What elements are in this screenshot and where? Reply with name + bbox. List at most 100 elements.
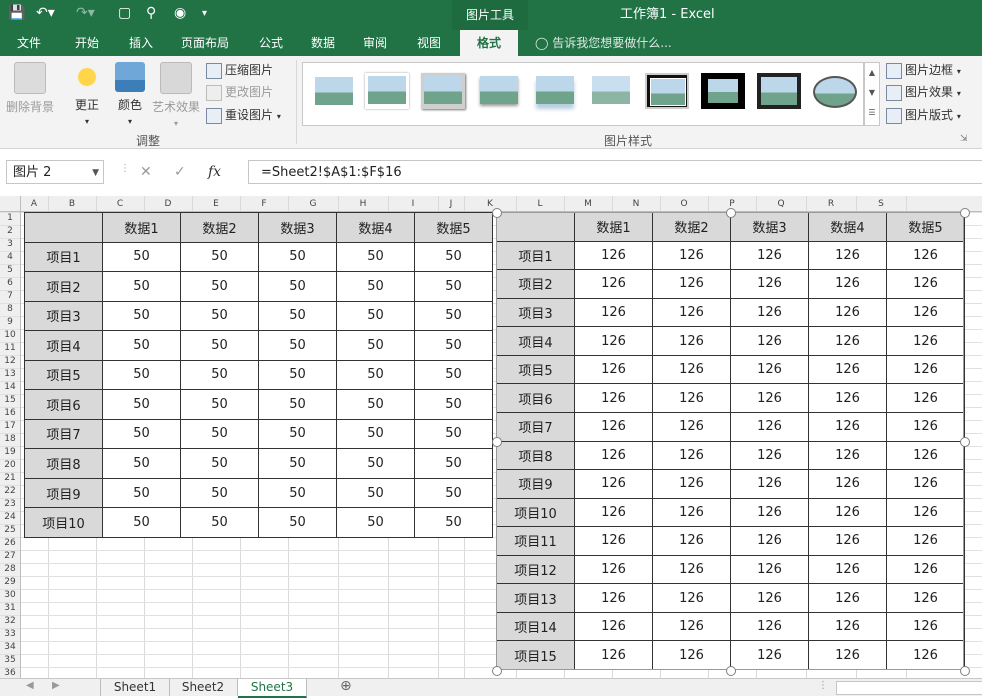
style-thumb-3[interactable] <box>421 73 465 109</box>
resize-handle-nw[interactable] <box>492 208 502 218</box>
column-header-l[interactable]: L <box>516 196 564 212</box>
formula-input[interactable]: =Sheet2!$A$1:$F$16 <box>248 160 982 184</box>
row-header-21[interactable]: 21 <box>0 472 20 485</box>
resize-handle-se[interactable] <box>960 666 970 676</box>
row-header-36[interactable]: 36 <box>0 667 20 678</box>
picture-border-button[interactable]: 图片边框 ▾ <box>886 60 961 80</box>
style-thumb-2[interactable] <box>365 73 409 109</box>
horizontal-scrollbar[interactable] <box>836 681 982 695</box>
gallery-scroll[interactable]: ▲ ▼ ☰ <box>864 62 880 126</box>
row-header-27[interactable]: 27 <box>0 550 20 563</box>
resize-handle-e[interactable] <box>960 437 970 447</box>
style-thumb-1[interactable] <box>311 73 355 109</box>
color-button[interactable]: 颜色 ▾ <box>110 62 150 127</box>
tab-view[interactable]: 视图 <box>406 30 452 56</box>
tab-formulas[interactable]: 公式 <box>248 30 294 56</box>
row-header-16[interactable]: 16 <box>0 407 20 420</box>
resize-handle-sw[interactable] <box>492 666 502 676</box>
dialog-launcher-icon[interactable]: ⇲ <box>960 134 968 144</box>
cancel-icon[interactable]: ✕ <box>140 164 152 180</box>
undo-icon[interactable]: ↶▾ <box>36 5 55 21</box>
scroll-right-icon[interactable]: ▶ <box>52 680 60 691</box>
picture-table-1[interactable]: 数据1 数据2 数据3 数据4 数据5 项目1 50 50 50 50 50 项目2 50 50 50 50 5… <box>24 212 493 538</box>
row-header-31[interactable]: 31 <box>0 602 20 615</box>
column-header-j[interactable]: J <box>438 196 464 212</box>
style-thumb-8[interactable] <box>701 73 745 109</box>
reset-picture-button[interactable]: 重设图片 ▾ <box>206 105 281 125</box>
column-header-i[interactable]: I <box>388 196 438 212</box>
row-header-3[interactable]: 3 <box>0 238 20 251</box>
column-header-h[interactable]: H <box>338 196 388 212</box>
tell-me-search[interactable]: ◯ 告诉我您想要做什么... <box>535 30 672 56</box>
drag-handle-icon[interactable]: ⋮ <box>120 163 130 174</box>
row-header-7[interactable]: 7 <box>0 290 20 303</box>
tab-insert[interactable]: 插入 <box>118 30 164 56</box>
enter-icon[interactable]: ✓ <box>174 164 186 180</box>
row-header-6[interactable]: 6 <box>0 277 20 290</box>
row-header-20[interactable]: 20 <box>0 459 20 472</box>
column-header-r[interactable]: R <box>806 196 856 212</box>
row-header-9[interactable]: 9 <box>0 316 20 329</box>
style-thumb-9[interactable] <box>757 73 801 109</box>
row-header-8[interactable]: 8 <box>0 303 20 316</box>
camera-icon[interactable]: ◉ <box>174 5 186 21</box>
sheet-tab-sheet3[interactable]: Sheet3 <box>238 679 307 698</box>
row-header-17[interactable]: 17 <box>0 420 20 433</box>
row-header-13[interactable]: 13 <box>0 368 20 381</box>
row-header-14[interactable]: 14 <box>0 381 20 394</box>
tab-format[interactable]: 格式 <box>460 30 518 56</box>
resize-handle-w[interactable] <box>492 437 502 447</box>
row-header-33[interactable]: 33 <box>0 628 20 641</box>
worksheet-grid[interactable]: ABCDEFGHIJKLMNOPQRS 1 2 3 4 5 6 7 8 9 10 11 12 13 14 1… <box>0 196 982 678</box>
redo-icon[interactable]: ↷▾ <box>76 5 95 21</box>
change-picture-button[interactable]: 更改图片 <box>206 82 273 102</box>
style-thumb-10[interactable] <box>813 73 857 109</box>
artistic-effects-button[interactable]: 艺术效果 ▾ <box>150 62 202 129</box>
tab-file[interactable]: 文件 <box>6 30 52 56</box>
picture-table-2[interactable]: 数据1 数据2 数据3 数据4 数据5 项目1 126 126 126 126 126 项目2 126 1… <box>496 212 965 670</box>
print-preview-icon[interactable]: ⚲ <box>146 5 156 21</box>
column-header-k[interactable]: K <box>464 196 516 212</box>
sheet-tab-sheet1[interactable]: Sheet1 <box>100 679 170 696</box>
column-header-c[interactable]: C <box>96 196 144 212</box>
style-thumb-5[interactable] <box>533 73 577 109</box>
row-header-35[interactable]: 35 <box>0 654 20 667</box>
scroll-left-icon[interactable]: ◀ <box>26 680 34 691</box>
style-thumb-4[interactable] <box>477 73 521 109</box>
row-header-29[interactable]: 29 <box>0 576 20 589</box>
column-header-m[interactable]: M <box>564 196 612 212</box>
remove-background-button[interactable]: 删除背景 <box>4 62 56 115</box>
insert-function-icon[interactable]: fx <box>208 164 221 180</box>
corrections-button[interactable]: 更正 ▾ <box>64 62 110 127</box>
column-header-s[interactable]: S <box>856 196 906 212</box>
row-header-5[interactable]: 5 <box>0 264 20 277</box>
column-header-e[interactable]: E <box>192 196 240 212</box>
sheet-tab-sheet2[interactable]: Sheet2 <box>169 679 238 696</box>
row-header-19[interactable]: 19 <box>0 446 20 459</box>
save-icon[interactable]: 💾 <box>8 5 25 21</box>
name-box[interactable]: 图片 2 ▼ <box>6 160 104 184</box>
row-header-26[interactable]: 26 <box>0 537 20 550</box>
row-header-32[interactable]: 32 <box>0 615 20 628</box>
row-header-10[interactable]: 10 <box>0 329 20 342</box>
row-header-23[interactable]: 23 <box>0 498 20 511</box>
new-file-icon[interactable]: ▢ <box>118 5 131 21</box>
row-header-24[interactable]: 24 <box>0 511 20 524</box>
row-header-1[interactable]: 1 <box>0 212 20 225</box>
row-header-28[interactable]: 28 <box>0 563 20 576</box>
column-header-b[interactable]: B <box>48 196 96 212</box>
row-header-22[interactable]: 22 <box>0 485 20 498</box>
tab-home[interactable]: 开始 <box>64 30 110 56</box>
column-header-f[interactable]: F <box>240 196 288 212</box>
row-header-2[interactable]: 2 <box>0 225 20 238</box>
style-thumb-7[interactable] <box>645 73 689 109</box>
resize-handle-s[interactable] <box>726 666 736 676</box>
picture-effects-button[interactable]: 图片效果 ▾ <box>886 82 961 102</box>
tab-split-icon[interactable]: ⋮ <box>818 680 828 691</box>
resize-handle-n[interactable] <box>726 208 736 218</box>
style-thumb-6[interactable] <box>589 73 633 109</box>
add-sheet-icon[interactable]: ⊕ <box>340 678 352 694</box>
row-header-15[interactable]: 15 <box>0 394 20 407</box>
customize-qa-icon[interactable]: ▾ <box>202 8 207 19</box>
column-header-d[interactable]: D <box>144 196 192 212</box>
